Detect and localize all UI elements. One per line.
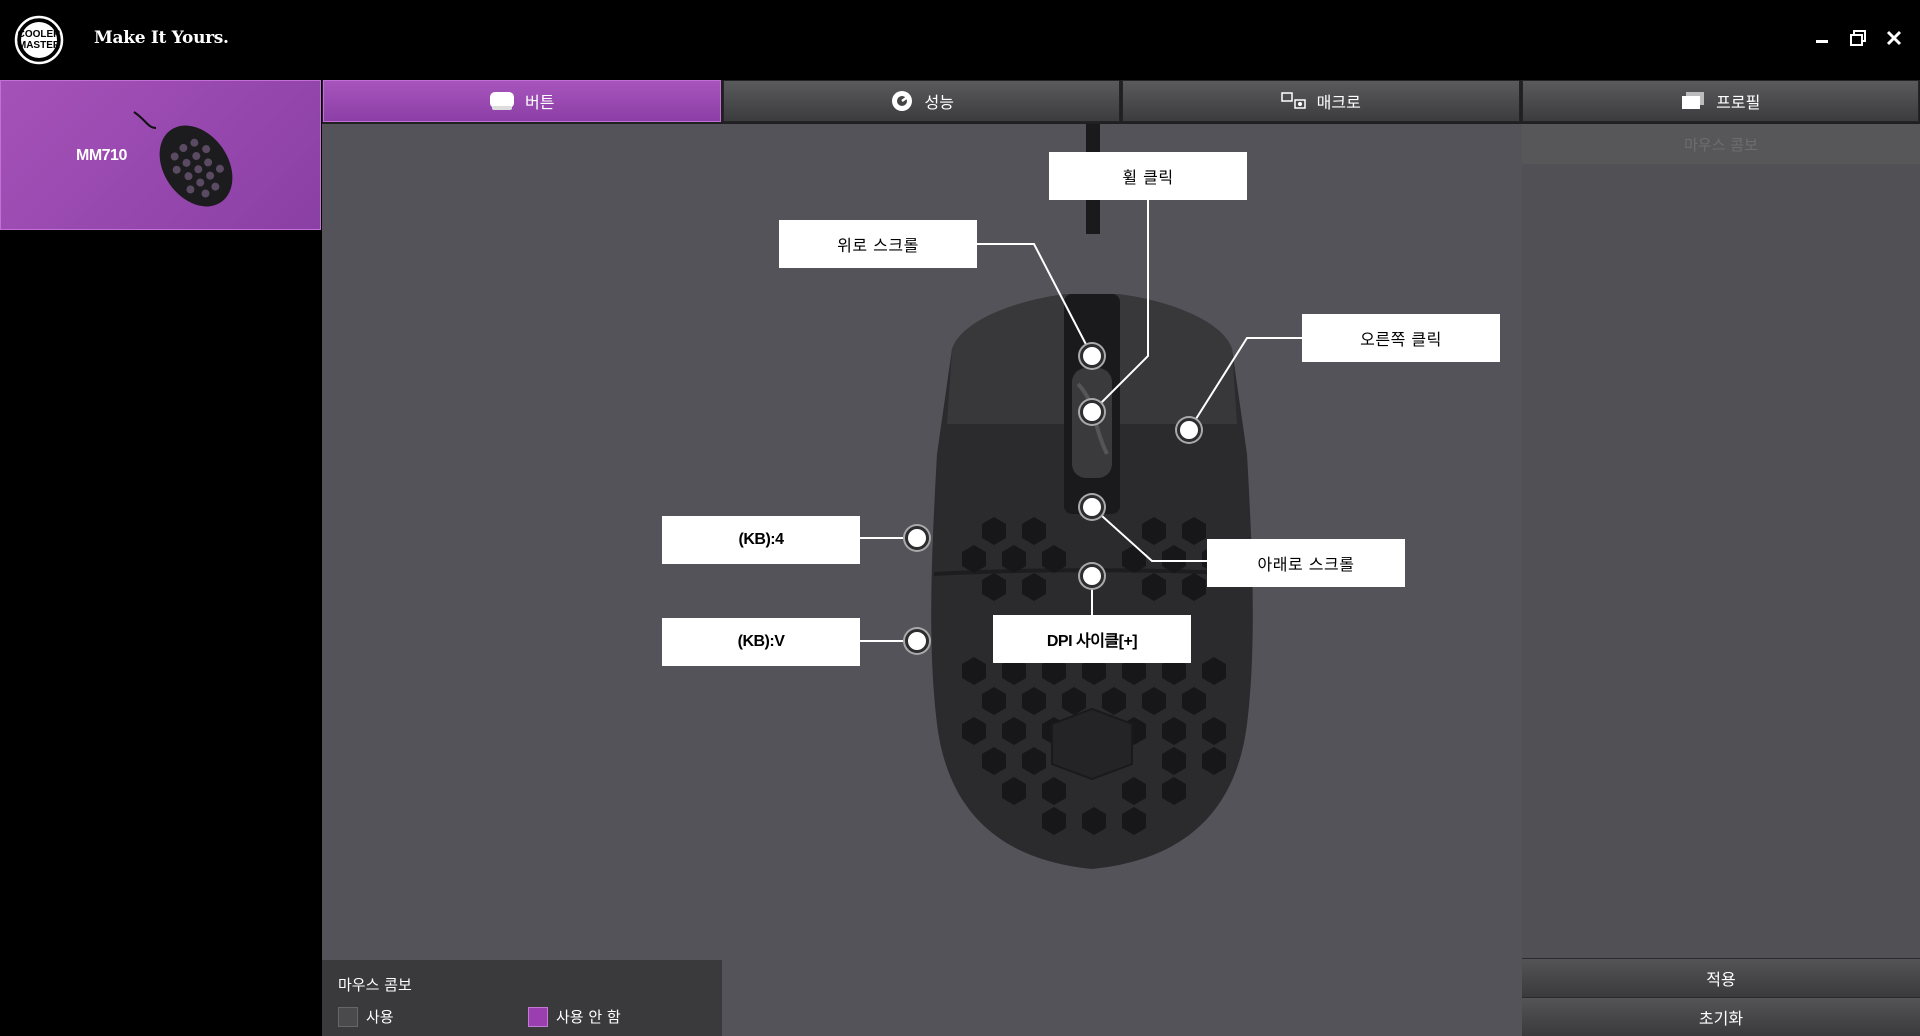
checkbox[interactable] (528, 1006, 548, 1027)
callout-scroll-up[interactable]: 위로 스크롤 (779, 220, 977, 268)
close-icon (1886, 30, 1902, 46)
profile-cards-icon (1682, 92, 1705, 109)
tab-bar: 버튼 성능 매크로 프로필 (322, 80, 1920, 124)
close-button[interactable] (1880, 24, 1908, 52)
tab-macro[interactable]: 매크로 (1122, 80, 1520, 122)
hotspot-scroll-up[interactable] (1080, 344, 1104, 368)
combo-option-label: 사용 (366, 1008, 394, 1026)
hotspot-side-button-2[interactable] (905, 629, 929, 653)
device-name: MM710 (76, 147, 127, 164)
svg-text:COOLER: COOLER (18, 29, 62, 40)
checkbox[interactable] (338, 1006, 358, 1027)
apply-button[interactable]: 적용 (1522, 958, 1920, 997)
combo-title: 마우스 콤보 (338, 976, 412, 994)
right-panel-header: 마우스 콤보 (1522, 124, 1920, 164)
hotspot-right-click[interactable] (1177, 418, 1201, 442)
mouse-combo-panel: 마우스 콤보 사용 사용 안 함 (322, 960, 722, 1036)
minimize-button[interactable] (1808, 24, 1836, 52)
hotspot-wheel-click[interactable] (1080, 400, 1104, 424)
tab-profile[interactable]: 프로필 (1521, 80, 1919, 122)
title-bar: COOLER MASTER Make It Yours. (0, 0, 1920, 80)
brand-slogan: Make It Yours. (94, 28, 229, 48)
main-area: 버튼 성능 매크로 프로필 휠 클릭 위로 스크롤 오른쪽 클릭 (KB):4 … (322, 80, 1920, 1036)
cooler-master-logo: COOLER MASTER (14, 15, 64, 65)
hotspot-side-button-1[interactable] (905, 526, 929, 550)
callout-side-button-2[interactable]: (KB):V (662, 618, 860, 666)
restore-icon (1850, 30, 1866, 46)
tab-label: 프로필 (1716, 93, 1761, 112)
hotspot-dpi-cycle[interactable] (1080, 564, 1104, 588)
callout-right-click[interactable]: 오른쪽 클릭 (1302, 314, 1500, 362)
combo-option-use[interactable]: 사용 (338, 1006, 394, 1027)
mouse-thumbnail (133, 111, 233, 207)
callout-scroll-down[interactable]: 아래로 스크롤 (1207, 539, 1405, 587)
tab-label: 버튼 (525, 93, 555, 112)
right-panel: 마우스 콤보 적용 초기화 (1522, 124, 1920, 1036)
device-card-mm710[interactable]: MM710 (0, 80, 321, 230)
combo-option-disable[interactable]: 사용 안 함 (528, 1006, 621, 1027)
device-sidebar: MM710 (0, 80, 322, 1036)
gauge-icon (891, 91, 912, 111)
tab-buttons[interactable]: 버튼 (323, 80, 721, 122)
restore-button[interactable] (1844, 24, 1872, 52)
combo-option-label: 사용 안 함 (556, 1008, 621, 1026)
tab-label: 성능 (924, 93, 954, 112)
callout-dpi-cycle[interactable]: DPI 사이클[+] (993, 615, 1191, 663)
callout-side-button-1[interactable]: (KB):4 (662, 516, 860, 564)
button-mapping-stage: 휠 클릭 위로 스크롤 오른쪽 클릭 (KB):4 (KB):V 아래로 스크롤… (322, 124, 1522, 1036)
reset-button[interactable]: 초기화 (1522, 997, 1920, 1036)
svg-text:MASTER: MASTER (18, 40, 61, 51)
callout-wheel-click[interactable]: 휠 클릭 (1049, 152, 1247, 200)
tab-performance[interactable]: 성능 (722, 80, 1120, 122)
tab-label: 매크로 (1316, 93, 1361, 112)
macro-icon (1280, 92, 1306, 109)
mouse-icon (490, 92, 515, 110)
hotspot-scroll-down[interactable] (1080, 495, 1104, 519)
minimize-icon (1816, 40, 1828, 43)
